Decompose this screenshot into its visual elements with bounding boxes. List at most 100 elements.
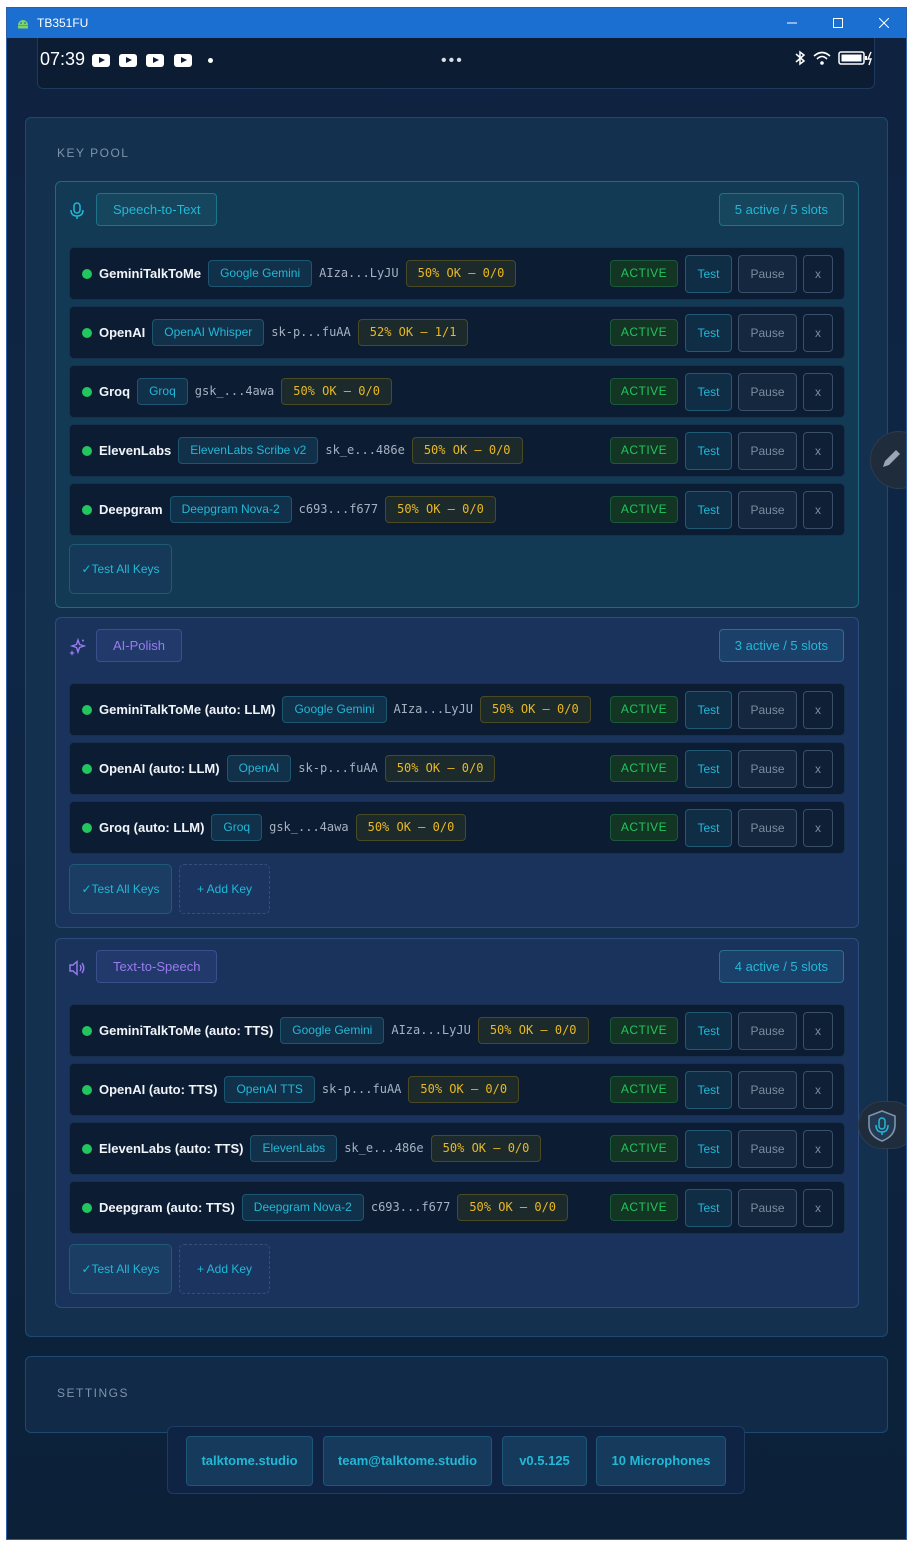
section-speech-to-text: Speech-to-Text 5 active / 5 slots Gemini… (55, 181, 859, 608)
test-button[interactable]: Test (685, 1012, 732, 1050)
remove-button[interactable]: x (803, 1071, 833, 1109)
pause-button[interactable]: Pause (738, 314, 797, 352)
health-badge: 50% OK – 0/0 (457, 1193, 569, 1221)
test-button[interactable]: Test (685, 255, 732, 293)
remove-button[interactable]: x (803, 809, 833, 847)
app-window: TB351FU 07:39 ••• KEY POOL Speech-to-Tex… (6, 7, 907, 1540)
state-badge: ACTIVE (610, 496, 678, 523)
key-row: Groq (auto: LLM) Groq gsk_...4awa 50% OK… (69, 801, 845, 854)
provider-badge: Deepgram Nova-2 (169, 495, 292, 523)
remove-button[interactable]: x (803, 1189, 833, 1227)
remove-button[interactable]: x (803, 750, 833, 788)
masked-key: AIza...LyJU (393, 702, 473, 716)
remove-button[interactable]: x (803, 691, 833, 729)
masked-key: sk_e...486e (325, 443, 405, 457)
pause-button[interactable]: Pause (738, 1071, 797, 1109)
status-dot (82, 705, 92, 715)
key-row: GeminiTalkToMe (auto: TTS) Google Gemini… (69, 1004, 845, 1057)
key-name: OpenAI (auto: LLM) (99, 760, 220, 776)
sparkles-icon (69, 638, 86, 656)
key-row: GeminiTalkToMe Google Gemini AIza...LyJU… (69, 247, 845, 300)
state-badge: ACTIVE (610, 696, 678, 723)
masked-key: AIza...LyJU (391, 1023, 471, 1037)
key-name: OpenAI (auto: TTS) (99, 1081, 218, 1097)
status-dot (82, 823, 92, 833)
provider-badge: OpenAI (226, 754, 292, 782)
footer: talktome.studio team@talktome.studio v0.… (167, 1426, 745, 1494)
test-button[interactable]: Test (685, 373, 732, 411)
key-pool-card: KEY POOL Speech-to-Text 5 active / 5 slo… (25, 117, 888, 1337)
test-all-keys-button[interactable]: ✓Test All Keys (69, 864, 172, 914)
pause-button[interactable]: Pause (738, 1189, 797, 1227)
section-label[interactable]: AI-Polish (96, 629, 183, 662)
maximize-icon (833, 18, 843, 28)
provider-badge: Deepgram Nova-2 (241, 1193, 364, 1221)
remove-button[interactable]: x (803, 1130, 833, 1168)
state-badge: ACTIVE (610, 1194, 678, 1221)
maximize-button[interactable] (815, 8, 861, 38)
provider-badge: Groq (137, 377, 188, 405)
health-badge: 52% OK – 1/1 (357, 318, 469, 346)
state-badge: ACTIVE (610, 814, 678, 841)
remove-button[interactable]: x (803, 314, 833, 352)
pause-button[interactable]: Pause (738, 691, 797, 729)
minimize-button[interactable] (769, 8, 815, 38)
microphones-link[interactable]: 10 Microphones (596, 1436, 726, 1486)
test-button[interactable]: Test (685, 691, 732, 729)
add-key-button[interactable]: + Add Key (179, 1244, 270, 1294)
shield-microphone-icon (868, 1110, 896, 1142)
test-button[interactable]: Test (685, 809, 732, 847)
android-icon (18, 20, 28, 29)
health-badge: 50% OK – 0/0 (355, 813, 467, 841)
key-row: GeminiTalkToMe (auto: LLM) Google Gemini… (69, 683, 845, 736)
pencil-icon (883, 450, 900, 467)
state-badge: ACTIVE (610, 1135, 678, 1162)
section-label[interactable]: Speech-to-Text (96, 193, 218, 226)
masked-key: sk-p...fuAA (298, 761, 378, 775)
pause-button[interactable]: Pause (738, 1130, 797, 1168)
pause-button[interactable]: Pause (738, 491, 797, 529)
section-label[interactable]: Text-to-Speech (96, 950, 218, 983)
key-name: Deepgram (auto: TTS) (99, 1199, 235, 1215)
speaker-icon (69, 959, 85, 977)
remove-button[interactable]: x (803, 491, 833, 529)
health-badge: 50% OK – 0/0 (479, 695, 591, 723)
masked-key: sk-p...fuAA (321, 1082, 402, 1096)
more-options-icon[interactable]: ••• (441, 52, 464, 70)
email-link[interactable]: team@talktome.studio (323, 1436, 492, 1486)
test-button[interactable]: Test (685, 314, 732, 352)
pause-button[interactable]: Pause (738, 373, 797, 411)
test-button[interactable]: Test (685, 1189, 732, 1227)
remove-button[interactable]: x (803, 373, 833, 411)
test-button[interactable]: Test (685, 1071, 732, 1109)
test-button[interactable]: Test (685, 750, 732, 788)
pause-button[interactable]: Pause (738, 750, 797, 788)
close-icon (879, 18, 889, 28)
remove-button[interactable]: x (803, 1012, 833, 1050)
test-button[interactable]: Test (685, 1130, 732, 1168)
test-all-keys-button[interactable]: ✓Test All Keys (69, 1244, 172, 1294)
pause-button[interactable]: Pause (738, 1012, 797, 1050)
floating-mic-shield-button[interactable] (858, 1101, 906, 1149)
masked-key: c693...f677 (298, 502, 379, 516)
website-link[interactable]: talktome.studio (186, 1436, 313, 1486)
test-button[interactable]: Test (685, 491, 732, 529)
settings-card[interactable]: SETTINGS (25, 1356, 888, 1433)
health-badge: 50% OK – 0/0 (411, 436, 523, 464)
section-text-to-speech: Text-to-Speech 4 active / 5 slots Gemini… (55, 938, 859, 1308)
remove-button[interactable]: x (803, 432, 833, 470)
pause-button[interactable]: Pause (738, 432, 797, 470)
test-all-keys-button[interactable]: ✓Test All Keys (69, 544, 172, 594)
remove-button[interactable]: x (803, 255, 833, 293)
key-row: OpenAI (auto: TTS) OpenAI TTS sk-p...fuA… (69, 1063, 845, 1116)
status-dot (82, 1085, 92, 1095)
close-button[interactable] (861, 8, 906, 38)
device-status-bar: 07:39 ••• (37, 38, 875, 89)
add-key-button[interactable]: + Add Key (179, 864, 270, 914)
pause-button[interactable]: Pause (738, 809, 797, 847)
test-button[interactable]: Test (685, 432, 732, 470)
status-clock: 07:39 (40, 49, 86, 69)
youtube-notification-icon (174, 54, 192, 67)
pause-button[interactable]: Pause (738, 255, 797, 293)
version-badge[interactable]: v0.5.125 (502, 1436, 587, 1486)
